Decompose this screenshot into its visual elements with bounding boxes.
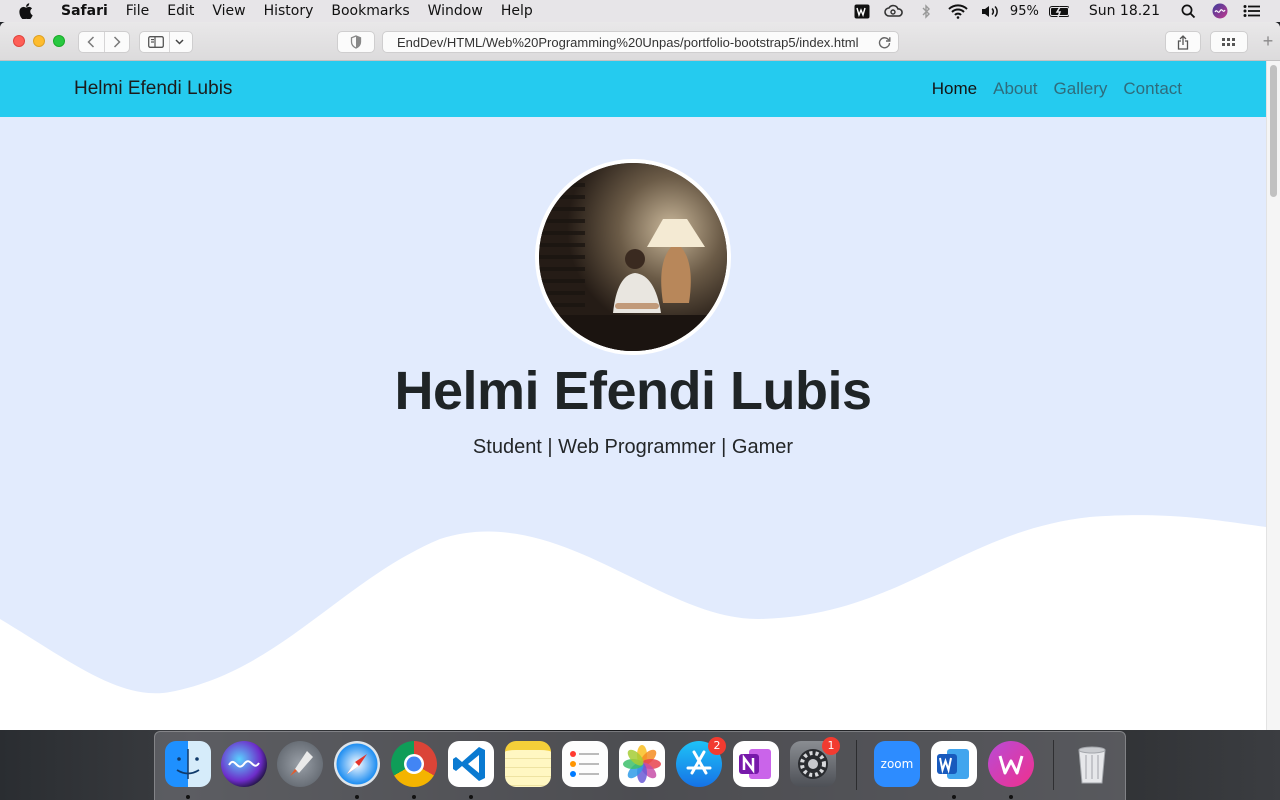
wps-running-indicator <box>1009 795 1013 799</box>
apple-menu-icon[interactable] <box>0 0 52 22</box>
menu-app-name[interactable]: Safari <box>52 0 117 22</box>
trash-icon[interactable] <box>1069 741 1115 787</box>
site-navbar: Helmi Efendi Lubis Home About Gallery Co… <box>0 61 1266 117</box>
menu-window[interactable]: Window <box>419 0 492 22</box>
nav-link-gallery[interactable]: Gallery <box>1054 79 1108 99</box>
app-store-badge: 2 <box>708 737 726 755</box>
sidebar-icon <box>148 36 164 48</box>
battery-percent: 95% <box>1009 3 1039 19</box>
volume-icon[interactable] <box>980 3 1000 19</box>
nav-link-contact[interactable]: Contact <box>1123 79 1182 99</box>
nav-link-about[interactable]: About <box>993 79 1037 99</box>
profile-photo <box>535 159 731 355</box>
window-zoom-button[interactable] <box>53 35 65 47</box>
system-preferences-icon[interactable]: 1 <box>790 737 840 787</box>
zoom-icon[interactable]: zoom <box>874 741 920 787</box>
browser-toolbar: EndDev/HTML/Web%20Programming%20Unpas/po… <box>0 22 1280 61</box>
finder-icon[interactable] <box>165 741 211 787</box>
menu-help[interactable]: Help <box>492 0 542 22</box>
hero-name: Helmi Efendi Lubis <box>394 361 872 421</box>
share-button[interactable] <box>1165 31 1201 53</box>
shield-icon <box>350 35 362 49</box>
window-minimize-button[interactable] <box>33 35 45 47</box>
page-scrollbar[interactable] <box>1266 61 1280 730</box>
notification-center-icon[interactable] <box>1242 3 1262 19</box>
scrollbar-thumb[interactable] <box>1270 65 1277 197</box>
photos-icon[interactable] <box>619 741 665 787</box>
menu-history[interactable]: History <box>255 0 323 22</box>
safari-dock-icon[interactable] <box>334 741 380 787</box>
app-store-icon[interactable]: 2 <box>676 737 726 787</box>
menu-bar: Safari File Edit View History Bookmarks … <box>0 0 1280 22</box>
dock-separator <box>856 740 857 790</box>
chrome-icon[interactable] <box>391 741 437 787</box>
word-running-indicator <box>952 795 956 799</box>
wps-office-icon[interactable] <box>988 741 1034 787</box>
safari-running-indicator <box>355 795 359 799</box>
menubar-clock[interactable]: Sun 18.21 <box>1089 3 1160 19</box>
zoom-label: zoom <box>880 757 914 771</box>
chrome-running-indicator <box>412 795 416 799</box>
forward-button[interactable] <box>103 32 129 52</box>
chevron-down-icon <box>175 39 184 45</box>
reload-icon[interactable] <box>870 36 898 49</box>
navbar-brand[interactable]: Helmi Efendi Lubis <box>74 78 232 100</box>
navbar-links: Home About Gallery Contact <box>916 79 1182 99</box>
launchpad-icon[interactable] <box>277 741 323 787</box>
menu-file[interactable]: File <box>117 0 158 22</box>
privacy-report-button[interactable] <box>337 31 375 53</box>
reminders-icon[interactable] <box>562 741 608 787</box>
system-preferences-badge: 1 <box>822 737 840 755</box>
portfolio-page: Helmi Efendi Lubis Home About Gallery Co… <box>0 61 1266 730</box>
share-icon <box>1177 34 1189 50</box>
wps-status-icon[interactable] <box>852 3 872 19</box>
word-icon[interactable] <box>931 741 977 787</box>
address-bar[interactable]: EndDev/HTML/Web%20Programming%20Unpas/po… <box>382 31 899 53</box>
nav-link-home[interactable]: Home <box>932 79 977 99</box>
window-close-button[interactable] <box>13 35 25 47</box>
spotlight-search-icon[interactable] <box>1178 3 1198 19</box>
url-text[interactable]: EndDev/HTML/Web%20Programming%20Unpas/po… <box>383 35 870 50</box>
vscode-running-indicator <box>469 795 473 799</box>
safari-window: EndDev/HTML/Web%20Programming%20Unpas/po… <box>0 22 1280 730</box>
creative-cloud-icon[interactable] <box>884 3 904 19</box>
macos-dock: 2 1 zoom <box>154 731 1126 800</box>
new-tab-plus-icon[interactable]: + <box>1259 32 1277 51</box>
chevron-right-icon <box>113 36 121 48</box>
bluetooth-icon[interactable] <box>916 3 936 19</box>
notes-icon[interactable] <box>505 741 551 787</box>
siri-dock-icon[interactable] <box>221 741 267 787</box>
hero-tagline: Student | Web Programmer | Gamer <box>472 436 794 458</box>
vscode-icon[interactable] <box>448 741 494 787</box>
tab-overview-button[interactable] <box>1210 31 1248 53</box>
sidebar-toggle-button[interactable] <box>139 31 193 53</box>
menu-view[interactable]: View <box>203 0 254 22</box>
siri-icon[interactable] <box>1210 3 1230 19</box>
finder-running-indicator <box>186 795 190 799</box>
wifi-icon[interactable] <box>948 3 968 19</box>
menu-bookmarks[interactable]: Bookmarks <box>322 0 418 22</box>
back-button[interactable] <box>79 32 104 52</box>
battery-icon[interactable] <box>1048 3 1069 19</box>
chevron-left-icon <box>87 36 95 48</box>
onenote-icon[interactable] <box>733 741 779 787</box>
dock-separator-trash <box>1053 740 1054 790</box>
grid-icon <box>1222 38 1235 46</box>
history-nav-group <box>78 31 130 53</box>
menu-edit[interactable]: Edit <box>158 0 203 22</box>
